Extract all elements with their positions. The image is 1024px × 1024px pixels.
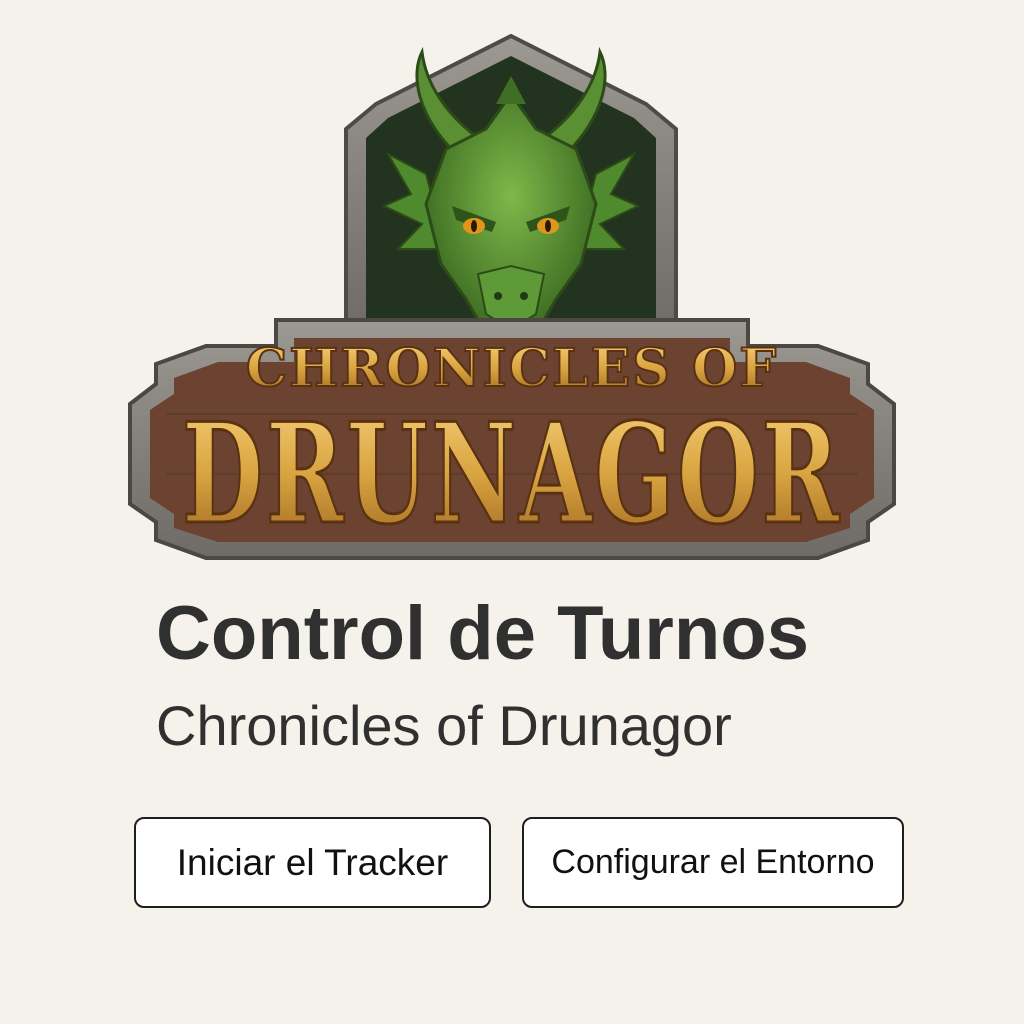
- logo-text-line1: CHRONICLES OF: [246, 338, 778, 399]
- landing-screen: CHRONICLES OF DRUNAGOR Control de Turnos…: [0, 0, 1024, 1024]
- logo-text-line2: DRUNAGOR: [182, 392, 842, 555]
- page-title: Control de Turnos: [156, 591, 809, 676]
- game-logo: CHRONICLES OF DRUNAGOR: [126, 34, 898, 564]
- start-tracker-button[interactable]: Iniciar el Tracker: [134, 817, 491, 908]
- page-subtitle: Chronicles of Drunagor: [156, 694, 732, 757]
- configure-environment-button[interactable]: Configurar el Entorno: [522, 817, 904, 908]
